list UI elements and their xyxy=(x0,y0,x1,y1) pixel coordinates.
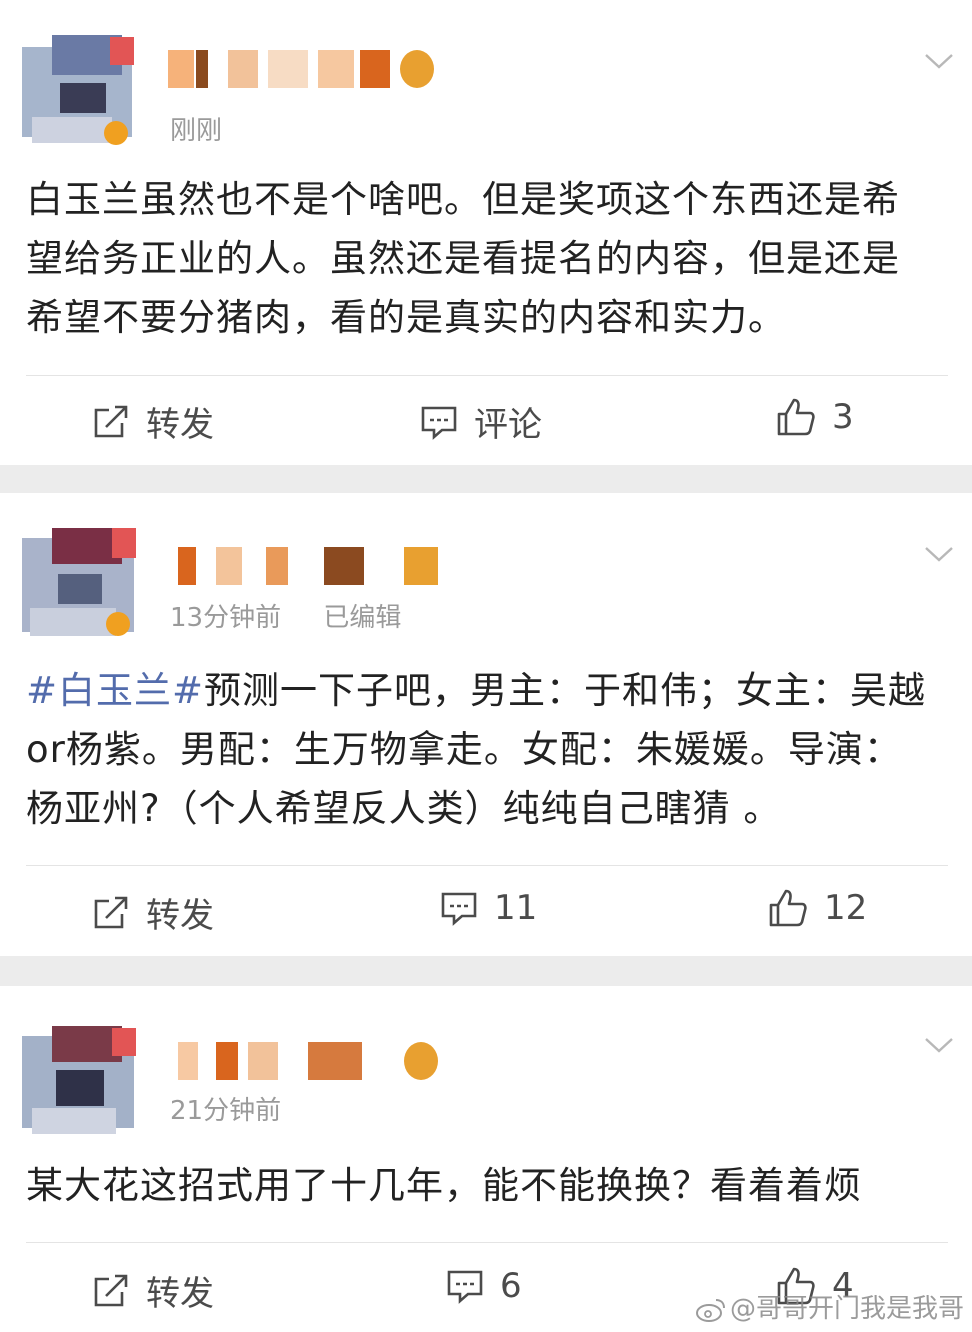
avatar[interactable] xyxy=(22,1026,148,1136)
like-icon xyxy=(777,398,815,436)
comment-count: 11 xyxy=(494,888,538,928)
post-body: 某大花这招式用了十几年，能不能换换？看着着烦 xyxy=(26,1164,862,1207)
post-text: 白玉兰虽然也不是个啥吧。但是奖项这个东西还是希望给务正业的人。虽然还是看提名的内… xyxy=(26,170,926,347)
post-time: 刚刚 xyxy=(170,116,223,146)
username-blurred[interactable] xyxy=(168,50,448,88)
weibo-logo-icon xyxy=(695,1298,725,1322)
comment-button[interactable]: 6 xyxy=(446,1266,522,1306)
comment-icon xyxy=(447,1270,483,1304)
post-meta: 21分钟前 xyxy=(170,1090,315,1127)
comment-button[interactable]: 评论 xyxy=(420,397,542,446)
post-text: #白玉兰#预测一下子吧，男主：于和伟；女主：吴越or杨紫。男配：生万物拿走。女配… xyxy=(26,661,926,838)
repost-icon xyxy=(94,1274,128,1306)
chevron-down-icon[interactable] xyxy=(924,1036,953,1062)
divider xyxy=(26,865,948,866)
comment-count: 6 xyxy=(500,1266,522,1306)
comment-icon xyxy=(421,406,457,440)
hashtag-link[interactable]: #白玉兰# xyxy=(26,669,204,712)
repost-button[interactable]: 转发 xyxy=(92,888,214,937)
repost-button[interactable]: 转发 xyxy=(92,397,214,446)
comment-icon xyxy=(441,892,477,926)
like-button[interactable]: 3 xyxy=(776,397,854,437)
repost-icon xyxy=(94,405,128,437)
post-card: 13分钟前 已编辑 #白玉兰#预测一下子吧，男主：于和伟；女主：吴越or杨紫。男… xyxy=(0,493,972,956)
chevron-down-icon[interactable] xyxy=(924,52,953,78)
post-text: 某大花这招式用了十几年，能不能换换？看着着烦 xyxy=(26,1156,926,1215)
username-blurred[interactable] xyxy=(168,1042,448,1080)
repost-button[interactable]: 转发 xyxy=(92,1266,214,1315)
username-blurred[interactable] xyxy=(168,547,448,585)
repost-icon xyxy=(94,896,128,928)
post-body: 白玉兰虽然也不是个啥吧。但是奖项这个东西还是希望给务正业的人。虽然还是看提名的内… xyxy=(26,178,900,339)
comment-label: 评论 xyxy=(474,405,542,445)
chevron-down-icon[interactable] xyxy=(924,545,953,571)
post-meta: 13分钟前 已编辑 xyxy=(170,597,435,634)
divider xyxy=(26,375,948,376)
watermark-text: @哥哥开门我是我哥 xyxy=(729,1294,964,1324)
divider xyxy=(26,1242,948,1243)
avatar[interactable] xyxy=(22,528,148,638)
like-button[interactable]: 12 xyxy=(768,888,867,928)
like-count: 12 xyxy=(824,888,868,928)
avatar[interactable] xyxy=(22,35,148,145)
edited-label: 已编辑 xyxy=(323,603,402,633)
post-card: 21分钟前 某大花这招式用了十几年，能不能换换？看着着烦 转发 6 4 xyxy=(0,986,972,1332)
post-time: 21分钟前 xyxy=(170,1096,282,1126)
post-time: 13分钟前 xyxy=(170,603,282,633)
like-count: 3 xyxy=(832,397,854,437)
post-meta: 刚刚 xyxy=(170,110,256,147)
comment-button[interactable]: 11 xyxy=(440,888,537,928)
repost-label: 转发 xyxy=(146,405,214,445)
repost-label: 转发 xyxy=(146,896,214,936)
like-icon xyxy=(769,889,807,927)
repost-label: 转发 xyxy=(146,1274,214,1314)
watermark: @哥哥开门我是我哥 xyxy=(695,1288,964,1325)
post-card: 刚刚 白玉兰虽然也不是个啥吧。但是奖项这个东西还是希望给务正业的人。虽然还是看提… xyxy=(0,0,972,465)
